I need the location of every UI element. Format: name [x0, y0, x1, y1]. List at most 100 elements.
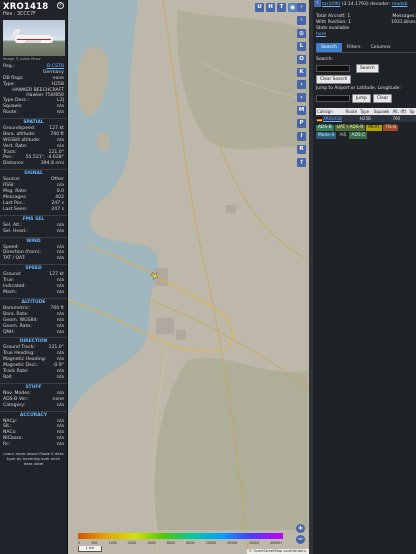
col-type[interactable]: Type	[359, 107, 373, 115]
col-speed[interactable]: Sp	[408, 107, 416, 115]
zoom-in-icon[interactable]: +	[296, 524, 305, 533]
source-uat: UAT / ADS-R	[334, 124, 366, 131]
messages-rate: 1931.8/sec	[391, 20, 416, 25]
map-button-o[interactable]: O	[297, 55, 306, 64]
source-legend: ADS-B UAT / ADS-R MLAT TIS-B Mode-S AIS …	[316, 124, 416, 139]
legend-tick: 2000	[128, 541, 137, 545]
row-alt: 700	[391, 114, 409, 122]
filter-icon[interactable]: ↑	[297, 158, 306, 167]
info-row: Last Seen: 247 s	[0, 207, 67, 213]
map-button-p[interactable]: P	[297, 119, 306, 128]
source-modes: Mode-S	[316, 132, 337, 139]
map-button-k[interactable]: K	[297, 68, 306, 77]
aircraft-info-panel: XRO1418 Hex : 3CCC7F × Image © Julian Mu…	[0, 0, 68, 554]
legend-tick: 1000	[108, 541, 117, 545]
map-canvas[interactable]	[68, 0, 309, 554]
map-button-r[interactable]: R	[297, 145, 306, 154]
search-label: Search:	[316, 57, 333, 62]
search-input[interactable]	[316, 65, 350, 72]
legend-tick: 8000	[186, 541, 195, 545]
info-row-label: QNH:	[3, 329, 16, 335]
prev-icon[interactable]: ‹	[297, 93, 306, 102]
tab-search[interactable]: Search	[316, 43, 342, 52]
map-attribution[interactable]: © OpenStreetMap contributors.	[246, 549, 309, 554]
aircraft-photo[interactable]	[3, 20, 65, 56]
source-adsb: ADS-B	[316, 124, 334, 131]
section-header: ACCURACY	[0, 410, 67, 419]
col-callsign[interactable]: Callsign	[316, 107, 345, 115]
settings-icon[interactable]: ⊙	[297, 29, 306, 38]
info-row-value: n/a	[56, 402, 64, 408]
info-row-label: Roll:	[3, 374, 13, 380]
source-mlat: MLAT	[366, 124, 382, 131]
clear-search-button[interactable]: Clear Search	[316, 75, 352, 84]
info-row-label: TAT / OAT:	[3, 256, 26, 262]
legend-tick: 6000	[166, 541, 176, 545]
tab-filters[interactable]: Filters	[342, 43, 366, 52]
info-row-value: n/a	[56, 228, 64, 234]
info-row: Mach: n/a	[0, 290, 67, 296]
info-row: Distance: 394.8 nmi	[0, 161, 67, 167]
section-header: FMS SEL	[0, 214, 67, 223]
info-row-label: Distance:	[3, 161, 25, 167]
jump-button[interactable]: Jump	[352, 93, 371, 103]
col-squawk[interactable]: Squawk	[372, 107, 392, 115]
panel-tabs: Search Filters Columns	[316, 43, 416, 53]
legend-tick: 40000+	[270, 541, 283, 545]
source-ais: AIS	[337, 132, 349, 139]
zoom-out-icon[interactable]: −	[296, 535, 305, 544]
collapse-arrow-icon[interactable]: ›	[314, 0, 321, 7]
info-row-label: Mach:	[3, 289, 17, 295]
jump-label: Jump to Airport or Latitude, Longitude:	[316, 86, 401, 91]
close-icon[interactable]: ×	[57, 2, 64, 9]
detail-row-value: n/a	[56, 110, 64, 116]
legend-tick: 30000	[248, 541, 259, 545]
info-row-label: Sel. Head.:	[3, 228, 28, 234]
aircraft-table: Callsign Route Type Squawk Alt. (ft) Sp …	[316, 107, 416, 122]
panel-resize-handle[interactable]	[309, 0, 313, 554]
tar1090-link[interactable]: tar1090	[322, 2, 340, 7]
next-icon[interactable]: ›	[297, 80, 306, 89]
stats-link[interactable]: here	[316, 32, 416, 38]
tab-columns[interactable]: Columns	[366, 43, 396, 52]
info-row-value: 247 s	[51, 206, 64, 212]
table-row[interactable]: XRO1418 H25B 700	[316, 114, 416, 122]
row-route	[344, 114, 360, 122]
detail-row-value: H25B	[51, 81, 64, 87]
aircraft-header: XRO1418 Hex : 3CCC7F ×	[0, 0, 67, 17]
detail-row-label: Type:	[3, 81, 16, 87]
info-row: Category: n/a	[0, 403, 67, 409]
row-callsign[interactable]: XRO1418	[323, 116, 342, 121]
jump-input[interactable]	[316, 94, 350, 102]
info-row: Roll: n/a	[0, 375, 67, 381]
map-button-i[interactable]: I	[297, 132, 306, 141]
map-button-l[interactable]: L	[297, 42, 306, 51]
map-button-t[interactable]: T	[277, 3, 286, 12]
layers-icon[interactable]: ◉	[288, 3, 297, 12]
clear-button[interactable]: Clear	[372, 93, 393, 103]
aircraft-hex: Hex : 3CCC7F	[3, 12, 36, 17]
row-type: H25B	[359, 114, 373, 122]
map-button-u[interactable]: U	[255, 3, 264, 12]
info-row-value: n/a	[56, 329, 64, 335]
legend-tick: 0	[78, 541, 81, 545]
collapse-left-icon[interactable]: ‹	[297, 16, 306, 25]
toggle-sidebar-icon[interactable]: ›	[297, 3, 306, 12]
info-row-value: 394.8 nmi	[40, 161, 64, 167]
map-button-h[interactable]: H	[266, 3, 275, 12]
decoder-link[interactable]: readsb	[392, 2, 408, 7]
section-header: STUFF	[0, 382, 67, 391]
map-view[interactable]: U H T ◉ › ‹ ⊙ L O K › ‹ M P I R ↑ + − 0 5…	[68, 0, 309, 554]
altitude-legend-labels: 0 500 1000 2000 4000 6000 8000 10000 20000 30000 4…	[78, 541, 283, 545]
col-alt[interactable]: Alt. (ft)	[391, 107, 409, 115]
germany-flag-icon	[317, 116, 322, 121]
search-button[interactable]: Search	[356, 64, 379, 73]
col-route[interactable]: Route	[344, 107, 360, 115]
map-button-m[interactable]: M	[297, 106, 306, 115]
info-row-value: n/a	[56, 442, 64, 448]
section-header: ALTITUDE	[0, 297, 67, 306]
map-scale: 1 km	[78, 546, 102, 552]
section-header: SPATIAL	[0, 117, 67, 126]
legend-tick: 10000	[205, 541, 216, 545]
info-row: TAT / OAT: n/a	[0, 256, 67, 262]
